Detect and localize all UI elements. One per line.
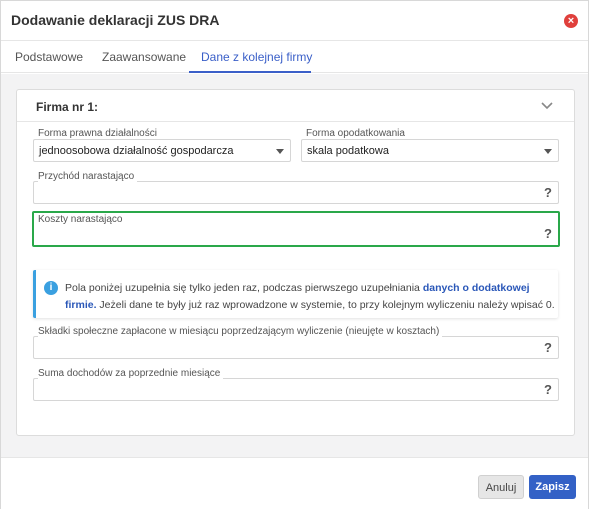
dialog-body: Firma nr 1: Forma prawna działalności je… bbox=[1, 74, 588, 457]
info-text-after: Jeżeli dane te były już raz wprowadzone … bbox=[96, 299, 555, 311]
info-text-before: Pola poniżej uzupełnia się tylko jeden r… bbox=[65, 282, 423, 294]
przychod-label: Przychód narastająco bbox=[38, 171, 138, 182]
help-icon[interactable]: ? bbox=[544, 382, 552, 397]
dialog-title: Dodawanie deklaracji ZUS DRA bbox=[11, 12, 220, 28]
help-icon[interactable]: ? bbox=[544, 340, 552, 355]
tab-dane-z-kolejnej-firmy[interactable]: Dane z kolejnej firmy bbox=[201, 50, 312, 64]
tab-zaawansowane[interactable]: Zaawansowane bbox=[102, 50, 186, 64]
skladki-label: Składki społeczne zapłacone w miesiącu p… bbox=[38, 326, 443, 337]
dialog-header: Dodawanie deklaracji ZUS DRA × bbox=[1, 1, 588, 41]
forma-prawna-value: jednoosobowa działalność gospodarcza bbox=[39, 145, 234, 157]
koszty-label: Koszty narastająco bbox=[38, 214, 126, 225]
przychod-input[interactable]: ? bbox=[33, 181, 559, 204]
chevron-down-icon[interactable] bbox=[540, 98, 554, 112]
info-text: Pola poniżej uzupełnia się tylko jeden r… bbox=[65, 280, 555, 314]
forma-opodatkowania-value: skala podatkowa bbox=[307, 145, 389, 157]
card-header[interactable]: Firma nr 1: bbox=[17, 90, 574, 122]
help-icon[interactable]: ? bbox=[544, 226, 552, 241]
dialog: Dodawanie deklaracji ZUS DRA × Podstawow… bbox=[0, 0, 589, 509]
skladki-input[interactable]: ? bbox=[33, 336, 559, 359]
info-icon: i bbox=[44, 281, 58, 295]
tab-podstawowe[interactable]: Podstawowe bbox=[15, 50, 83, 64]
firma-card: Firma nr 1: Forma prawna działalności je… bbox=[16, 89, 575, 436]
forma-prawna-select[interactable]: jednoosobowa działalność gospodarcza bbox=[33, 139, 291, 162]
dropdown-caret-icon bbox=[276, 149, 284, 154]
forma-opodatkowania-select[interactable]: skala podatkowa bbox=[301, 139, 559, 162]
close-icon[interactable]: × bbox=[564, 14, 578, 28]
dialog-footer: Anuluj Zapisz bbox=[1, 457, 588, 509]
tab-bar: Podstawowe Zaawansowane Dane z kolejnej … bbox=[1, 41, 588, 73]
suma-dochodow-label: Suma dochodów za poprzednie miesiące bbox=[38, 368, 224, 379]
dropdown-caret-icon bbox=[544, 149, 552, 154]
forma-prawna-label: Forma prawna działalności bbox=[38, 128, 160, 139]
help-icon[interactable]: ? bbox=[544, 185, 552, 200]
cancel-button[interactable]: Anuluj bbox=[478, 475, 524, 499]
save-button[interactable]: Zapisz bbox=[529, 475, 576, 499]
suma-dochodow-input[interactable]: ? bbox=[33, 378, 559, 401]
forma-opodatkowania-label: Forma opodatkowania bbox=[306, 128, 408, 139]
active-tab-indicator bbox=[189, 71, 311, 73]
card-title: Firma nr 1: bbox=[36, 100, 99, 114]
info-box: i Pola poniżej uzupełnia się tylko jeden… bbox=[33, 270, 558, 318]
